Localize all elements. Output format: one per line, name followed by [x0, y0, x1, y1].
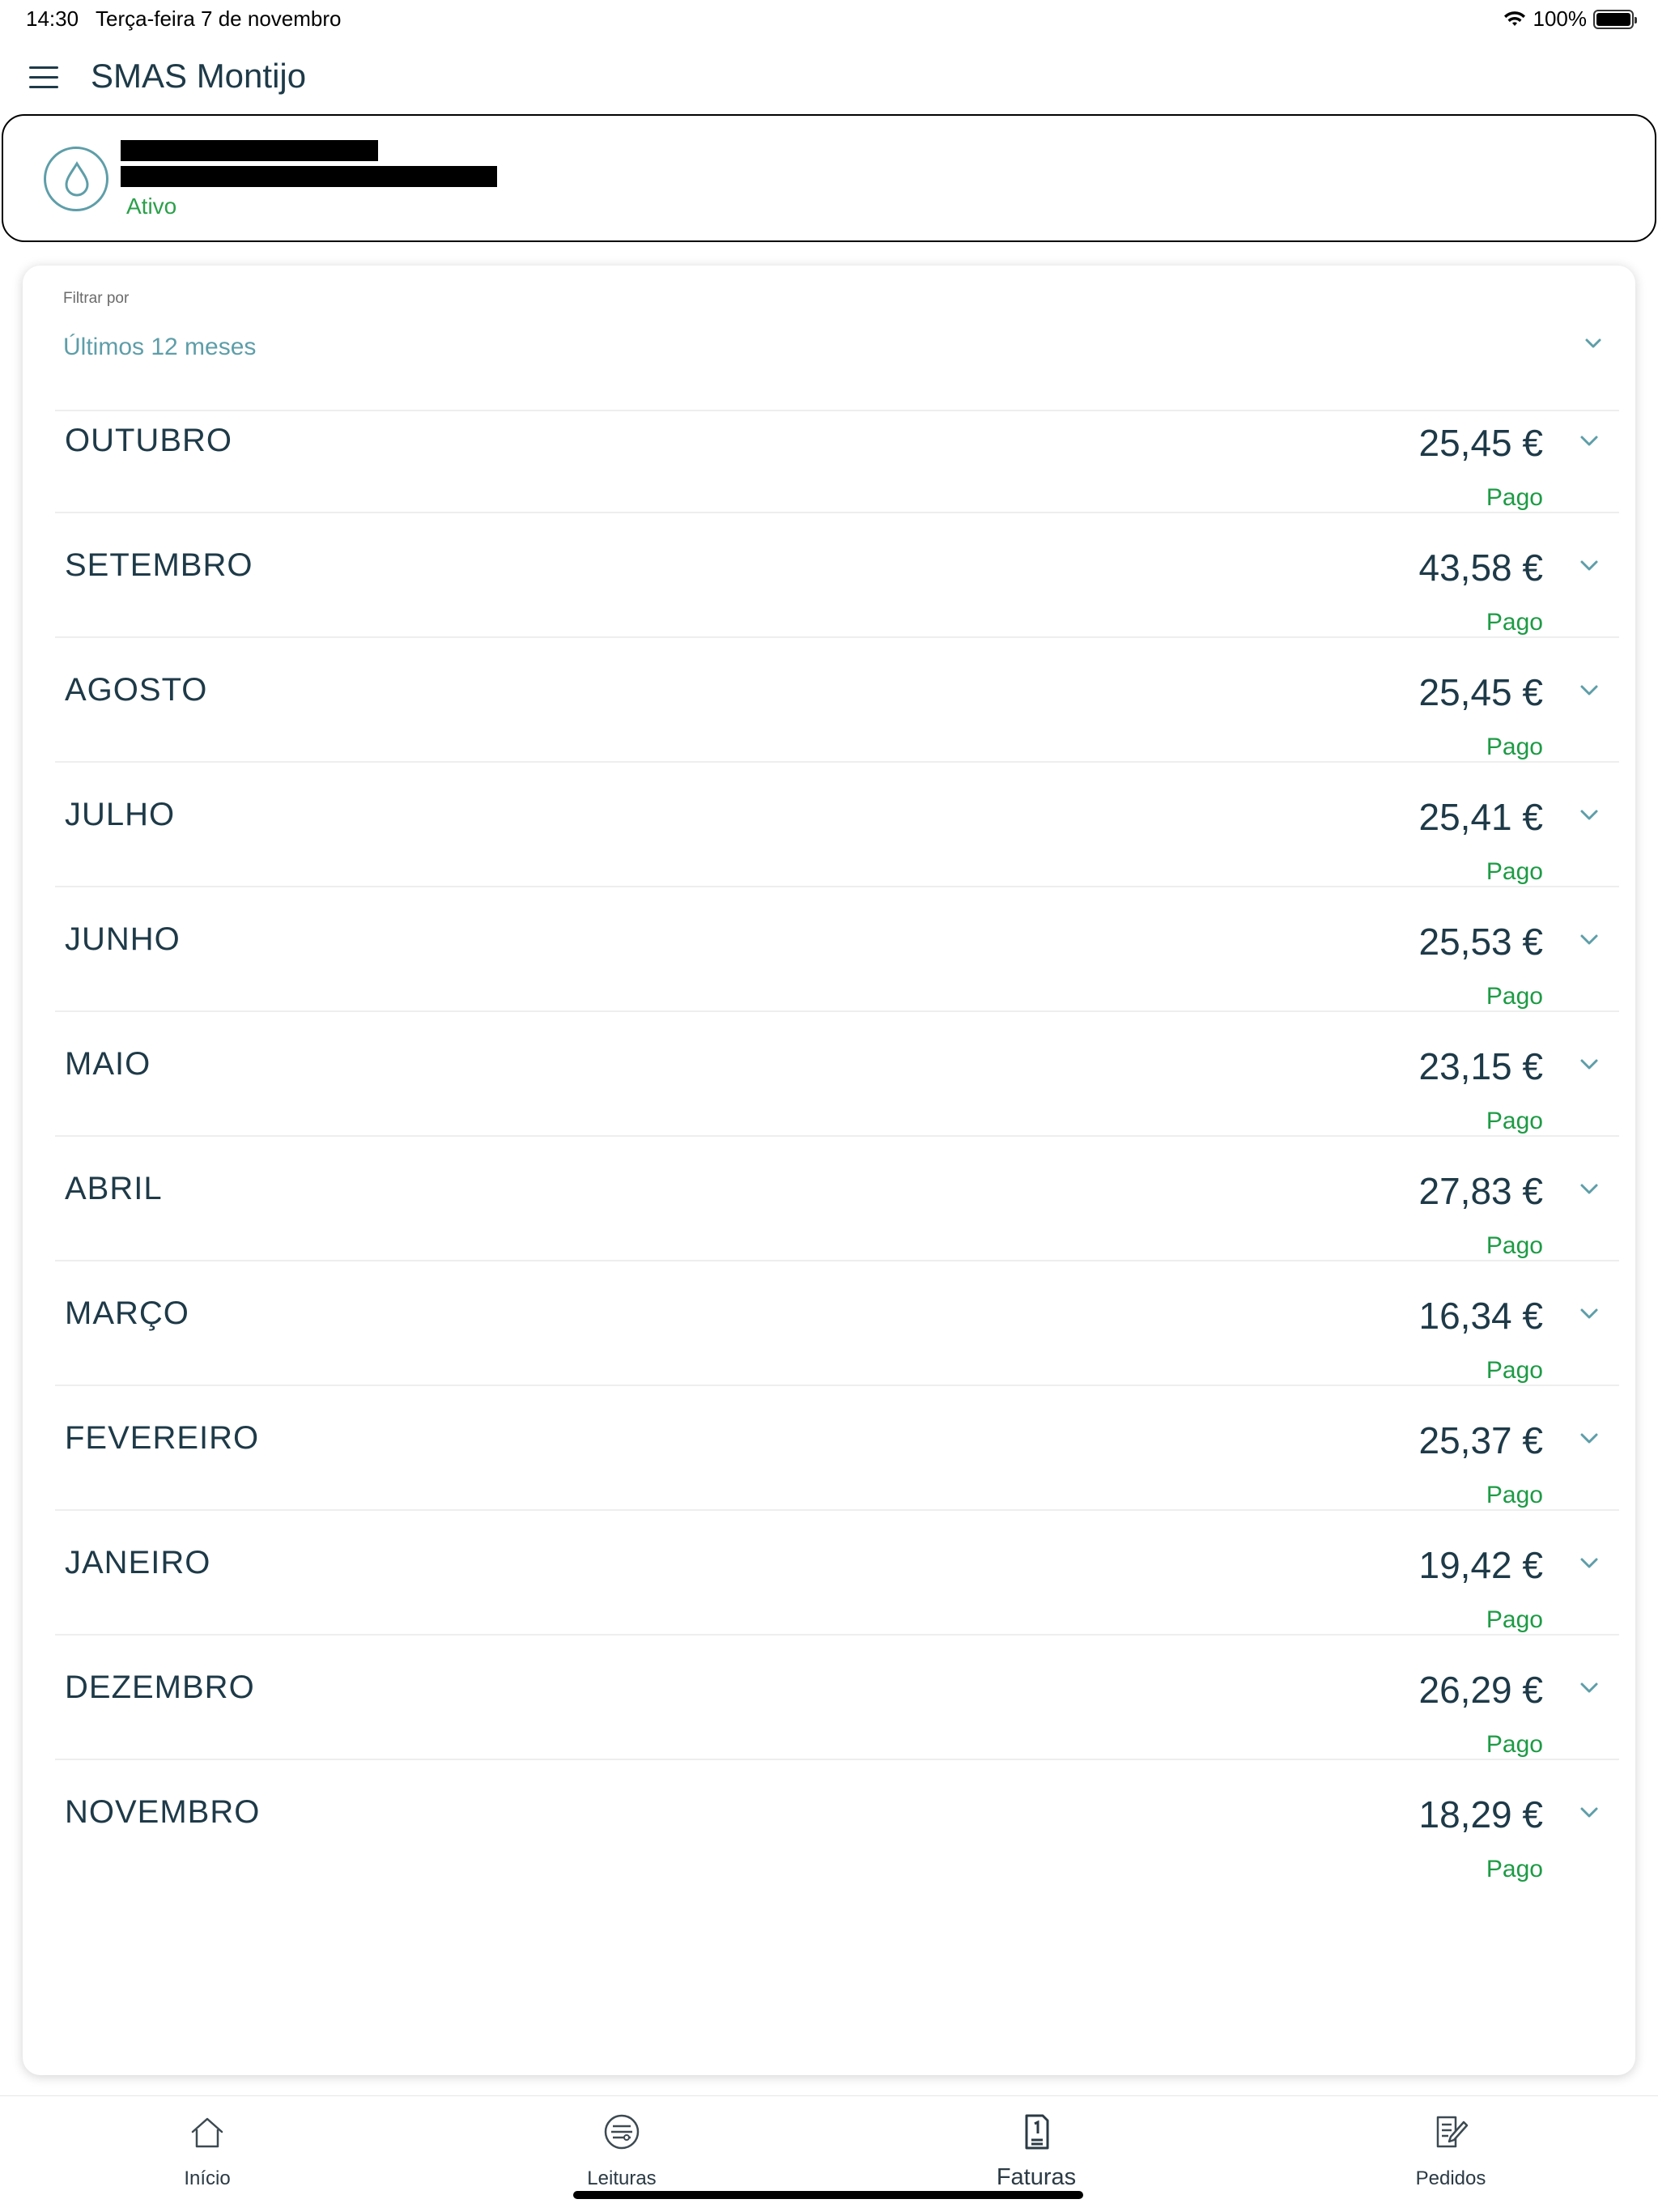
invoice-amount: 25,37 € — [1418, 1419, 1543, 1461]
home-icon — [191, 2117, 223, 2148]
invoice-month: OUTUBRO — [65, 423, 232, 458]
invoice-row[interactable]: AGOSTO 25,45 € Pago — [55, 638, 1619, 763]
invoice-row[interactable]: ABRIL 27,83 € Pago — [55, 1137, 1619, 1261]
invoice-amount: 19,42 € — [1418, 1544, 1543, 1586]
invoice-status: Pago — [1486, 1108, 1543, 1134]
tab-label: Início — [184, 2167, 231, 2189]
invoice-month: JANEIRO — [65, 1545, 211, 1580]
hamburger-menu-icon[interactable] — [26, 60, 62, 96]
invoice-status: Pago — [1486, 1357, 1543, 1384]
invoice-month: JULHO — [65, 797, 176, 832]
redacted-account-address — [121, 166, 497, 187]
tab-label: Leituras — [587, 2167, 657, 2189]
chevron-down-icon[interactable] — [1579, 683, 1600, 698]
battery-icon — [1593, 9, 1637, 29]
tab-pedidos[interactable]: Pedidos — [1244, 2096, 1658, 2212]
chevron-down-icon[interactable] — [1579, 1681, 1600, 1695]
battery-percentage: 100% — [1533, 6, 1588, 31]
redacted-account-name — [121, 140, 378, 161]
invoice-amount: 43,58 € — [1418, 547, 1543, 589]
app-header: SMAS Montijo — [0, 45, 1658, 110]
invoice-row[interactable]: MARÇO 16,34 € Pago — [55, 1261, 1619, 1386]
invoice-amount: 18,29 € — [1418, 1793, 1543, 1836]
invoice-row[interactable]: SETEMBRO 43,58 € Pago — [55, 513, 1619, 638]
invoice-month: ABRIL — [65, 1171, 163, 1206]
status-time: 14:30 — [26, 6, 79, 31]
invoice-amount: 16,34 € — [1418, 1295, 1543, 1337]
invoice-row[interactable]: FEVEREIRO 25,37 € Pago — [55, 1386, 1619, 1511]
status-indicators: 100% — [1503, 6, 1637, 32]
invoice-amount: 25,45 € — [1418, 422, 1543, 464]
invoice-status: Pago — [1486, 1232, 1543, 1259]
invoice-row[interactable]: JANEIRO 19,42 € Pago — [55, 1511, 1619, 1636]
account-card[interactable]: Ativo — [2, 114, 1656, 242]
invoice-status: Pago — [1486, 1482, 1543, 1508]
chevron-down-icon — [1585, 338, 1601, 348]
invoice-month: NOVEMBRO — [65, 1794, 261, 1830]
invoice-amount: 26,29 € — [1418, 1669, 1543, 1711]
invoice-month: JUNHO — [65, 921, 181, 957]
invoice-status: Pago — [1486, 983, 1543, 1010]
invoice-status: Pago — [1486, 1606, 1543, 1633]
invoice-month: MAIO — [65, 1046, 151, 1082]
invoice-row[interactable]: OUTUBRO 25,45 € Pago — [55, 389, 1619, 513]
status-date: Terça-feira 7 de novembro — [96, 6, 342, 31]
filter-value: Últimos 12 meses — [63, 334, 257, 360]
invoice-month: MARÇO — [65, 1295, 189, 1331]
invoice-row[interactable]: JULHO 25,41 € Pago — [55, 763, 1619, 887]
requests-icon — [1436, 2116, 1469, 2148]
filter-label: Filtrar por — [63, 290, 130, 307]
chevron-down-icon[interactable] — [1579, 434, 1600, 449]
invoice-amount: 23,15 € — [1418, 1045, 1543, 1087]
invoice-amount: 27,83 € — [1418, 1170, 1543, 1212]
water-drop-icon — [44, 147, 108, 211]
invoice-amount: 25,41 € — [1418, 796, 1543, 838]
invoices-panel: Filtrar por Últimos 12 meses OUTUBRO 25,… — [23, 266, 1635, 2075]
chevron-down-icon[interactable] — [1579, 1431, 1600, 1446]
invoice-amount: 25,45 € — [1418, 671, 1543, 713]
invoice-icon — [1025, 2114, 1049, 2150]
invoice-list: OUTUBRO 25,45 € Pago SETEMBRO 43,58 € Pa… — [55, 389, 1619, 1885]
chevron-down-icon[interactable] — [1579, 933, 1600, 947]
meter-readings-icon — [604, 2114, 640, 2150]
invoice-status: Pago — [1486, 734, 1543, 760]
invoice-row[interactable]: DEZEMBRO 26,29 € Pago — [55, 1636, 1619, 1760]
invoice-status: Pago — [1486, 609, 1543, 636]
chevron-down-icon[interactable] — [1579, 1806, 1600, 1820]
home-indicator[interactable] — [573, 2191, 1083, 2199]
status-bar: 14:30 Terça-feira 7 de novembro 100% — [0, 0, 1658, 39]
chevron-down-icon[interactable] — [1579, 1057, 1600, 1072]
invoice-row[interactable]: NOVEMBRO 18,29 € Pago — [55, 1760, 1619, 1885]
invoice-status: Pago — [1486, 858, 1543, 885]
chevron-down-icon[interactable] — [1579, 1556, 1600, 1571]
chevron-down-icon[interactable] — [1579, 1307, 1600, 1321]
tab-label: Pedidos — [1415, 2167, 1486, 2189]
wifi-icon — [1503, 11, 1525, 26]
invoice-status: Pago — [1486, 1856, 1543, 1882]
chevron-down-icon[interactable] — [1579, 1182, 1600, 1197]
invoice-month: FEVEREIRO — [65, 1420, 260, 1456]
invoice-status: Pago — [1486, 484, 1543, 511]
invoice-row[interactable]: JUNHO 25,53 € Pago — [55, 887, 1619, 1012]
tab-inicio[interactable]: Início — [0, 2096, 414, 2212]
invoice-month: DEZEMBRO — [65, 1670, 255, 1705]
chevron-down-icon[interactable] — [1579, 808, 1600, 823]
chevron-down-icon[interactable] — [1579, 559, 1600, 573]
app-title: SMAS Montijo — [91, 57, 307, 95]
invoice-amount: 25,53 € — [1418, 921, 1543, 963]
invoice-status: Pago — [1486, 1731, 1543, 1758]
invoice-month: AGOSTO — [65, 672, 208, 708]
invoice-row[interactable]: MAIO 23,15 € Pago — [55, 1012, 1619, 1137]
tab-label: Faturas — [996, 2164, 1077, 2190]
account-status: Ativo — [126, 194, 177, 219]
invoice-month: SETEMBRO — [65, 547, 253, 583]
